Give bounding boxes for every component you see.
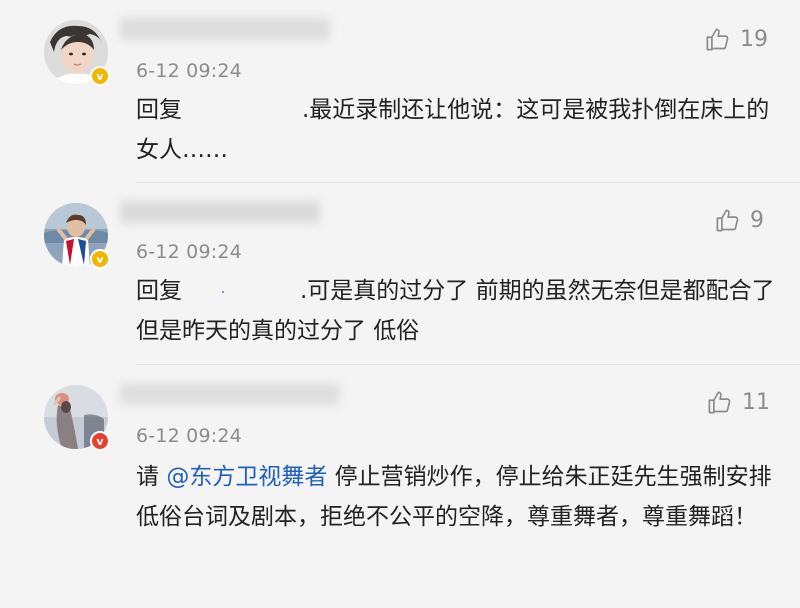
comment-item: v 6-12 09:24 11 请 @东方卫视舞者 停止营销炒作，停止给朱正廷先… <box>0 365 800 608</box>
comment-time: 6-12 09:24 <box>136 425 242 447</box>
text-prefix: 请 <box>136 464 167 490</box>
reply-label: 回复 <box>136 278 182 304</box>
like-button[interactable]: 11 <box>706 389 770 416</box>
comment-time: 6-12 09:24 <box>136 60 242 82</box>
like-button[interactable]: 9 <box>714 207 764 234</box>
like-button[interactable]: 19 <box>704 26 768 53</box>
comment-body: 回复 .最近录制还让他说：这可是被我扑倒在床上的女人…… <box>136 90 776 170</box>
username-redacted[interactable] <box>120 383 340 405</box>
mention-link[interactable]: @东方卫视舞者 <box>166 464 327 490</box>
comment-body: 请 @东方卫视舞者 停止营销炒作，停止给朱正廷先生强制安排低俗台词及剧本，拒绝不… <box>136 457 776 537</box>
thumbs-up-icon <box>708 391 731 414</box>
thumbs-up-icon <box>716 209 739 232</box>
thumbs-up-icon <box>706 28 729 51</box>
comment-text: .最近录制还让他说：这可是被我扑倒在床上的女人…… <box>136 97 770 163</box>
comment-time: 6-12 09:24 <box>136 241 242 263</box>
comment-item: v 6-12 09:24 19 回复 .最近录制还让他说：这可是被我扑倒在床上的女… <box>0 0 800 183</box>
username-redacted[interactable] <box>120 201 320 223</box>
like-count: 9 <box>750 208 764 233</box>
verified-v-icon: v <box>90 431 110 451</box>
redacted-name[interactable] <box>182 271 300 311</box>
comment-body: 回复 .可是真的过分了 前期的虽然无奈但是都配合了 但是昨天的真的过分了 低俗 <box>136 271 776 351</box>
verified-v-icon: v <box>90 249 110 269</box>
like-count: 19 <box>740 27 768 52</box>
comment-item: v 6-12 09:24 9 回复 .可是真的过分了 前期的虽然无奈但是都配合了 … <box>0 183 800 365</box>
like-count: 11 <box>742 390 770 415</box>
reply-label: 回复 <box>136 97 182 123</box>
username-redacted[interactable] <box>120 18 330 40</box>
verified-v-icon: v <box>90 66 110 86</box>
